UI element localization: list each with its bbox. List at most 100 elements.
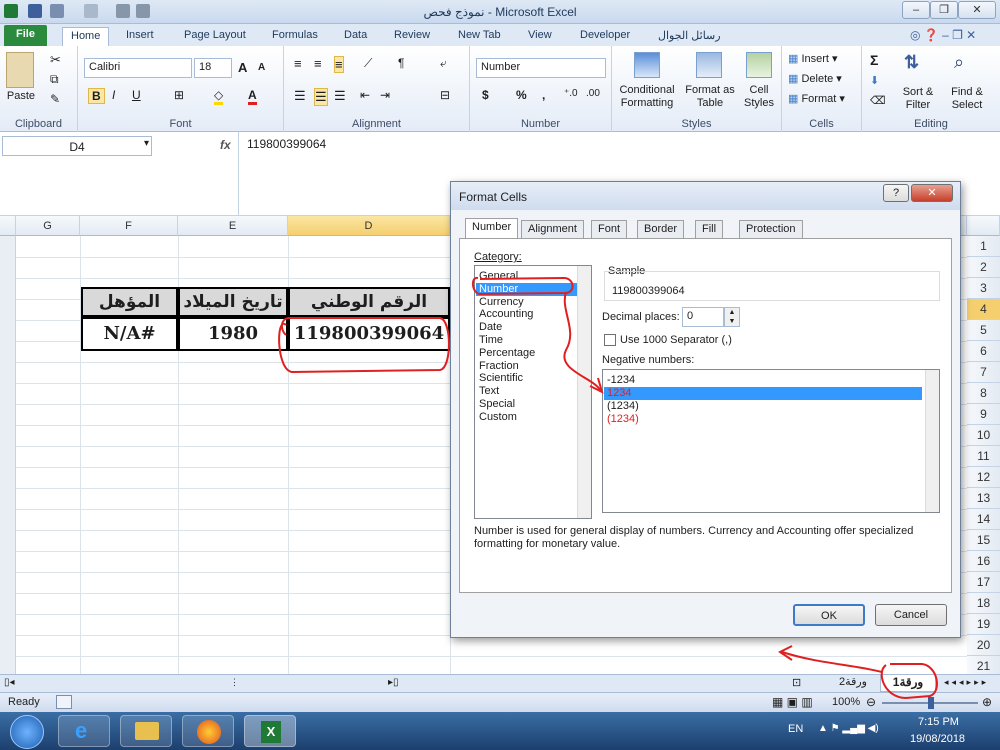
category-item[interactable]: Date xyxy=(479,321,502,334)
zoom-slider-handle[interactable] xyxy=(928,697,934,709)
merge-center-icon[interactable]: ⊟ xyxy=(440,88,450,102)
insert-cells-button[interactable]: ▦ Insert ▾ xyxy=(788,52,838,65)
font-name-select[interactable]: Calibri xyxy=(84,58,192,78)
language-indicator[interactable]: EN xyxy=(788,723,803,735)
grow-font-button[interactable]: A xyxy=(238,60,247,75)
row-header[interactable]: 2 xyxy=(967,257,1000,278)
conditional-formatting-button[interactable]: Conditional Formatting xyxy=(614,84,680,110)
find-icon[interactable]: ⌕ xyxy=(954,52,964,73)
macro-record-icon[interactable] xyxy=(56,695,72,709)
hscroll-right-icon[interactable]: ▸▯ xyxy=(388,677,399,688)
negative-option[interactable]: (1234) xyxy=(607,413,639,426)
align-middle-icon[interactable]: ≡ xyxy=(314,56,322,71)
cut-icon[interactable]: ✂ xyxy=(50,52,61,68)
category-item[interactable]: Custom xyxy=(479,411,517,424)
insert-sheet-icon[interactable]: ⊡ xyxy=(792,676,801,689)
file-explorer-icon[interactable] xyxy=(120,715,172,747)
tab-file[interactable]: File xyxy=(4,25,47,46)
number-format-select[interactable]: Number xyxy=(476,58,606,78)
zoom-in-icon[interactable]: ⊕ xyxy=(982,695,992,709)
tab-new-tab[interactable]: New Tab xyxy=(450,27,509,46)
paste-icon[interactable] xyxy=(6,52,34,88)
row-header[interactable]: 12 xyxy=(967,467,1000,488)
row-header[interactable]: 8 xyxy=(967,383,1000,404)
row-header[interactable]: 19 xyxy=(967,614,1000,635)
category-item[interactable]: Currency xyxy=(479,296,524,309)
dialog-tab-border[interactable]: Border xyxy=(637,220,685,238)
row-header[interactable]: 7 xyxy=(967,362,1000,383)
row-header[interactable]: 1 xyxy=(967,236,1000,257)
vertical-scrollbar[interactable] xyxy=(0,236,16,676)
split-handle-icon[interactable]: ▯◂ xyxy=(4,677,15,688)
bold-button[interactable]: B xyxy=(88,88,105,104)
row-header[interactable]: 20 xyxy=(967,635,1000,656)
tab-sms[interactable]: رسائل الجوال xyxy=(650,27,729,46)
increase-decimal-icon[interactable]: ⁺.0 xyxy=(564,88,578,99)
column-header-d[interactable]: D xyxy=(288,216,450,236)
currency-button[interactable]: $ xyxy=(482,88,489,102)
view-buttons-icon[interactable]: ▦ ▣ ▥ xyxy=(772,695,813,709)
font-color-icon[interactable]: A xyxy=(248,88,257,105)
row-header[interactable]: 13 xyxy=(967,488,1000,509)
category-item[interactable]: Special xyxy=(479,398,515,411)
clear-icon[interactable]: ⌫ xyxy=(870,94,886,107)
orientation-icon[interactable]: ⟋ xyxy=(364,56,372,71)
row-header[interactable]: 15 xyxy=(967,530,1000,551)
cancel-button[interactable]: Cancel xyxy=(875,604,947,626)
tab-review[interactable]: Review xyxy=(386,27,438,46)
formula-input[interactable]: 119800399064 xyxy=(247,137,326,151)
minimize-button[interactable]: – xyxy=(902,1,930,19)
internet-explorer-icon[interactable]: e xyxy=(58,715,110,747)
cell-d3[interactable]: الرقم الوطني xyxy=(288,287,450,317)
sheet-nav-arrows-icon[interactable]: ◂◂◂▸▸▸ xyxy=(944,677,989,688)
category-item[interactable]: Time xyxy=(479,334,503,347)
start-button-icon[interactable] xyxy=(10,715,44,749)
align-center-icon[interactable]: ☰ xyxy=(314,88,328,106)
excel-taskbar-icon[interactable]: X xyxy=(244,715,296,747)
row-header[interactable]: 4 xyxy=(967,299,1000,320)
format-painter-icon[interactable]: ✎ xyxy=(50,92,60,106)
comma-button[interactable]: , xyxy=(542,88,545,102)
paste-button[interactable]: Paste xyxy=(6,90,36,102)
negative-numbers-list[interactable]: -1234 1234 (1234) (1234) xyxy=(602,369,940,513)
insert-function-button[interactable]: fx xyxy=(220,138,231,152)
decimal-places-input[interactable]: 0 xyxy=(682,307,724,327)
tab-developer[interactable]: Developer xyxy=(572,27,638,46)
category-list[interactable]: General Number Currency Accounting Date Time P… xyxy=(474,265,592,519)
decrease-indent-icon[interactable]: ⇤ xyxy=(360,88,370,102)
tab-home[interactable]: Home xyxy=(62,27,110,46)
column-header-f[interactable]: F xyxy=(80,216,178,236)
category-item[interactable]: Percentage xyxy=(479,347,535,360)
tab-formulas[interactable]: Formulas xyxy=(264,27,326,46)
row-header[interactable]: 6 xyxy=(967,341,1000,362)
separator-checkbox[interactable] xyxy=(604,334,616,346)
row-header[interactable]: 16 xyxy=(967,551,1000,572)
row-header[interactable]: 14 xyxy=(967,509,1000,530)
align-right-icon[interactable]: ☰ xyxy=(334,88,346,104)
category-item[interactable]: Fraction xyxy=(479,360,519,373)
decimal-spinner[interactable]: ▲ ▼ xyxy=(724,307,740,327)
sort-filter-button[interactable]: Sort & Filter xyxy=(896,86,940,112)
cell-f3[interactable]: المؤهل xyxy=(81,287,178,317)
copy-icon[interactable]: ⧉ xyxy=(50,72,59,87)
increase-indent-icon[interactable]: ⇥ xyxy=(380,88,390,102)
find-select-button[interactable]: Find & Select xyxy=(944,86,990,112)
row-header[interactable]: 5 xyxy=(967,320,1000,341)
cell-e3[interactable]: تاريخ الميلاد xyxy=(178,287,288,317)
tab-insert[interactable]: Insert xyxy=(118,27,162,46)
row-header[interactable]: 10 xyxy=(967,425,1000,446)
rtl-icon[interactable]: ¶ xyxy=(398,56,404,70)
category-item[interactable]: Accounting xyxy=(479,308,533,321)
close-window-button[interactable]: ✕ xyxy=(958,1,996,19)
row-header[interactable]: 9 xyxy=(967,404,1000,425)
cell-styles-icon[interactable] xyxy=(746,52,772,78)
italic-button[interactable]: I xyxy=(112,88,115,102)
negative-scrollbar[interactable] xyxy=(925,370,939,512)
dialog-tab-font[interactable]: Font xyxy=(591,220,628,238)
zoom-out-icon[interactable]: ⊖ xyxy=(866,695,876,709)
row-header[interactable]: 18 xyxy=(967,593,1000,614)
zoom-level[interactable]: 100% xyxy=(832,696,860,708)
align-bottom-icon[interactable]: ≡ xyxy=(334,56,344,73)
underline-button[interactable]: U xyxy=(132,88,141,102)
category-scrollbar[interactable] xyxy=(577,266,591,518)
